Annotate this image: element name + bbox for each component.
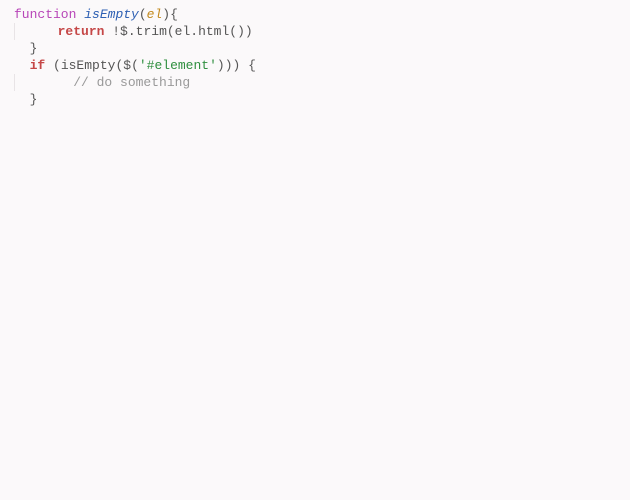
code-line-3: } — [0, 40, 630, 57]
call-open: (isEmpty( — [53, 58, 123, 73]
code-line-2: return !$.trim(el.html()) — [0, 23, 630, 40]
code-line-4: if (isEmpty($('#element'))) { — [0, 57, 630, 74]
paren: ( — [131, 58, 139, 73]
indent-guide — [14, 23, 42, 40]
function-name: isEmpty — [84, 7, 139, 22]
code-line-6: } — [0, 91, 630, 108]
expression: .trim(el.html()) — [128, 24, 253, 39]
close-brace: } — [30, 41, 38, 56]
keyword-if: if — [30, 58, 46, 73]
code-line-1: function isEmpty(el){ — [0, 6, 630, 23]
dollar-sign: $ — [123, 58, 131, 73]
operator-not: ! — [112, 24, 120, 39]
space — [45, 58, 53, 73]
string-literal: '#element' — [139, 58, 217, 73]
comment: // do something — [73, 75, 190, 90]
code-line-5: // do something — [0, 74, 630, 91]
paren-open: ( — [139, 7, 147, 22]
call-close: ))) { — [217, 58, 256, 73]
parameter: el — [147, 7, 163, 22]
keyword-return: return — [58, 24, 105, 39]
indent-guide — [14, 74, 42, 91]
code-block: function isEmpty(el){ return !$.trim(el.… — [0, 6, 630, 108]
keyword-function: function — [14, 7, 76, 22]
dollar-sign: $ — [120, 24, 128, 39]
paren-close-brace: ){ — [162, 7, 178, 22]
close-brace: } — [30, 92, 38, 107]
